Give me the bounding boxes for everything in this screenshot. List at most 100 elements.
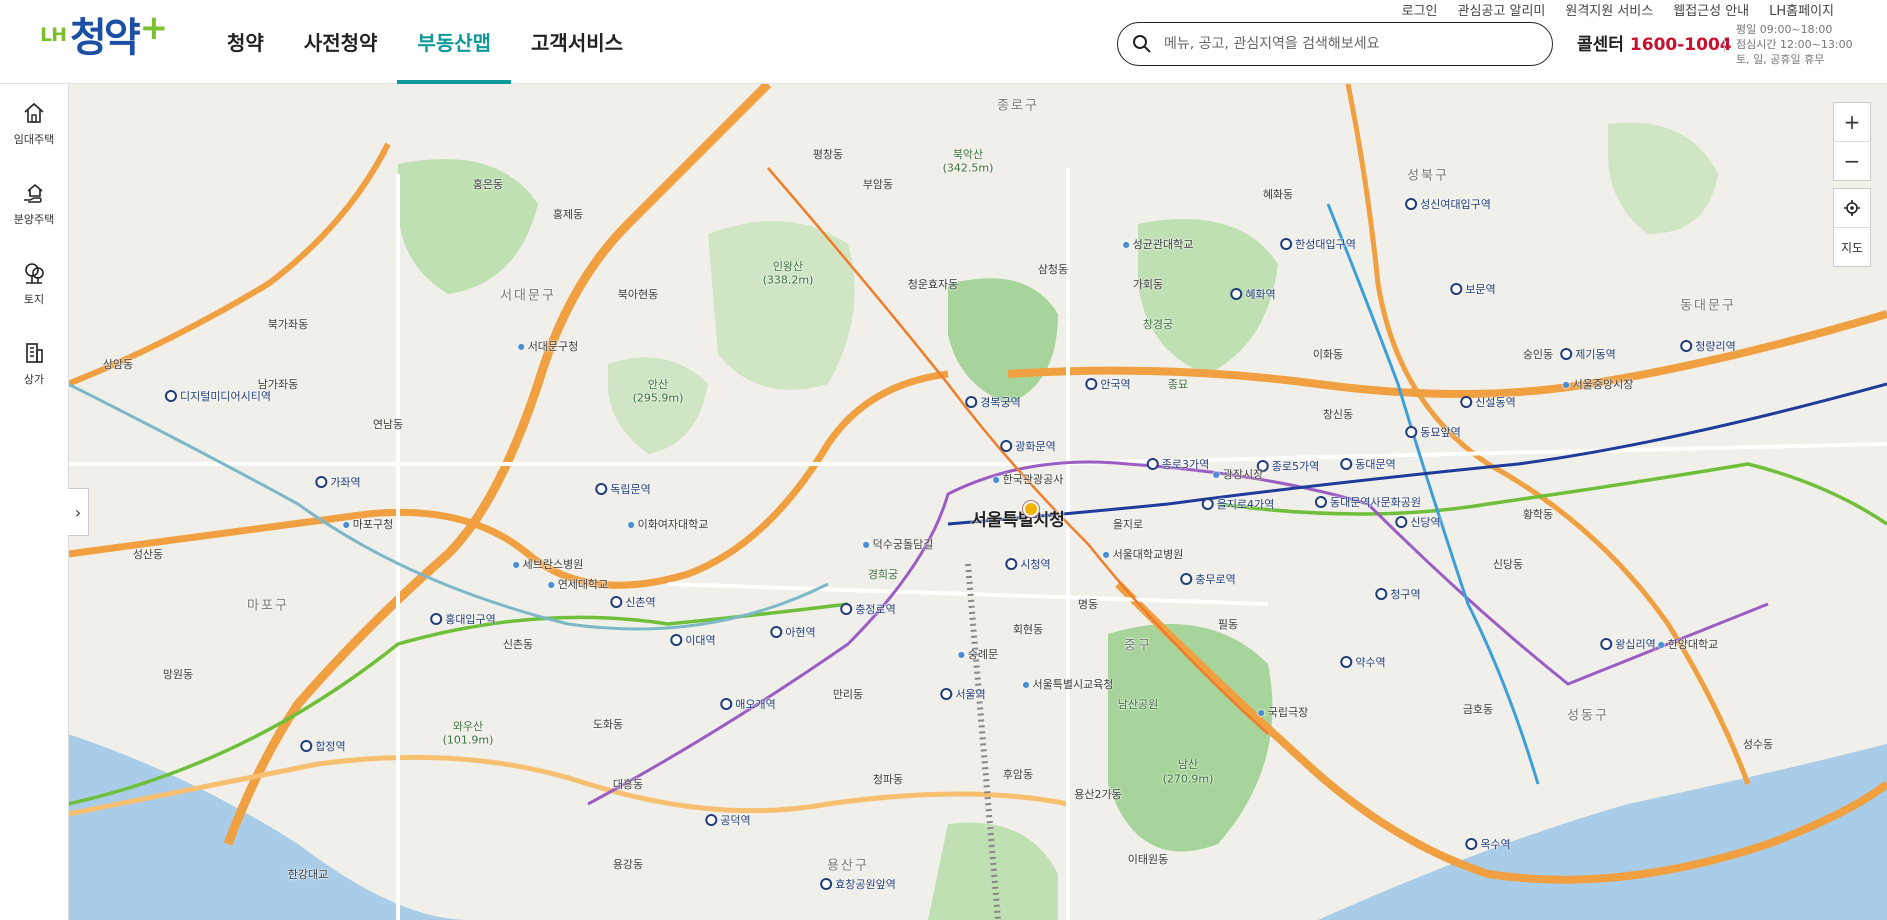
map-label: 북가좌동 [267,318,309,331]
map-label: 상암동 [102,358,134,371]
subway-station-label[interactable]: 동묘앞역 [1405,424,1460,440]
logo-plus: + [139,8,169,48]
map-label: (338.2m) [762,273,814,287]
sidebar-item-rental-housing[interactable]: 임대주택 [0,84,68,164]
district-label: 종로구 [997,98,1039,114]
subway-station-label[interactable]: 홍대입구역 [430,611,496,627]
sidebar-item-land[interactable]: 토지 [0,244,68,324]
map-label: 숭인동 [1522,348,1554,361]
my-location-button[interactable] [1834,189,1870,227]
callcenter-hours: 평일 09:00~18:00 점심시간 12:00~13:00 토, 일, 공휴… [1736,22,1853,67]
nav-item-cheongyak[interactable]: 청약 [207,0,284,83]
map-category-sidebar: 임대주택 분양주택 토지 상가 [0,84,69,920]
district-label: 동대문구 [1680,298,1736,314]
lh-logo[interactable]: LH 청약 + [40,8,169,62]
nav-item-customer-service[interactable]: 고객서비스 [511,0,643,83]
map-label: 한양대학교 [1658,636,1719,652]
subway-station-label[interactable]: 옥수역 [1465,836,1510,852]
map-label: 도화동 [592,718,624,731]
subway-station-label[interactable]: 성신여대입구역 [1405,196,1491,212]
subway-station-label[interactable]: 보문역 [1450,281,1495,297]
subway-station-label[interactable]: 약수역 [1340,654,1385,670]
divider [1724,38,1725,52]
subway-station-label[interactable]: 신당역 [1395,514,1440,530]
subway-station-label[interactable]: 안국역 [1085,376,1130,392]
sidebar-item-commercial[interactable]: 상가 [0,324,68,404]
map-canvas[interactable]: 종로구 서대문구 마포구 중구 성북구 성동구 동대문구 서울특별시청 서대문구… [68,84,1887,920]
subway-station-label[interactable]: 종로5가역 [1257,458,1319,474]
subway-station-label[interactable]: 신설동역 [1460,394,1515,410]
login-link[interactable]: 로그인 [1402,0,1438,19]
interest-alert-link[interactable]: 관심공고 알리미 [1458,0,1546,19]
header: LH 청약 + 청약 사전청약 부동산맵 고객서비스 로그인 관심공고 알리미 … [0,0,1887,84]
map-label: 신촌동 [502,638,534,651]
subway-station-label[interactable]: 아현역 [770,624,815,640]
subway-station-label[interactable]: 광화문역 [1000,438,1055,454]
subway-station-label[interactable]: 을지로4가역 [1202,496,1275,512]
map-label: 성균관대학교 [1123,236,1194,252]
city-hall-marker[interactable] [1023,501,1039,517]
sidebar-item-sale-housing[interactable]: 분양주택 [0,164,68,244]
subway-station-label[interactable]: 혜화역 [1230,286,1275,302]
subway-station-label[interactable]: 서울역 [940,686,985,702]
subway-station-label[interactable]: 효창공원앞역 [820,876,896,892]
nav-item-pre-cheongyak[interactable]: 사전청약 [284,0,398,83]
map-label: 성수동 [1742,738,1774,751]
map-label: 연세대학교 [548,576,609,592]
map-labels: 종로구 서대문구 마포구 중구 성북구 성동구 동대문구 서울특별시청 서대문구… [68,84,1887,920]
search-input[interactable] [1162,35,1536,53]
zoom-control: + − [1833,102,1871,181]
subway-station-label[interactable]: 공덕역 [705,812,750,828]
zoom-in-button[interactable]: + [1834,103,1870,141]
map-label: 한국관광공사 [993,471,1064,487]
subway-station-label[interactable]: 왕십리역 [1600,636,1655,652]
district-label: 용산구 [827,858,869,874]
map-label: 청운효자동 [907,278,959,291]
map-label: 회현동 [1012,623,1044,636]
zoom-out-button[interactable]: − [1834,141,1870,180]
subway-station-label[interactable]: 시청역 [1005,556,1050,572]
subway-station-label[interactable]: 디지털미디어시티역 [165,388,271,404]
map-type-button[interactable]: 지도 [1834,227,1870,266]
remote-support-link[interactable]: 원격지원 서비스 [1565,0,1653,19]
subway-station-label[interactable]: 동대문역 [1340,456,1395,472]
city-hall-label[interactable]: 서울특별시청 [971,506,1065,531]
map-label: 신당동 [1492,558,1524,571]
district-label: 성동구 [1567,708,1609,724]
subway-station-label[interactable]: 충무로역 [1180,571,1235,587]
map-label: 와우산 [452,720,484,733]
house-icon [24,102,44,123]
map-label: 국립극장 [1258,704,1308,720]
map-label: 금호동 [1462,703,1494,716]
map-label: 만리동 [832,688,864,701]
sidebar-toggle-button[interactable]: › [68,488,89,536]
subway-station-label[interactable]: 종로3가역 [1147,456,1209,472]
map-label: 이화여자대학교 [628,516,709,532]
district-label: 성북구 [1407,168,1449,184]
accessibility-link[interactable]: 웹접근성 안내 [1673,0,1749,19]
map-label: 후암동 [1002,768,1034,781]
subway-station-label[interactable]: 합정역 [300,738,345,754]
subway-station-label[interactable]: 충정로역 [840,601,895,617]
nav-item-realestate-map[interactable]: 부동산맵 [397,0,511,84]
subway-station-label[interactable]: 이대역 [670,632,715,648]
subway-station-label[interactable]: 애오개역 [720,696,775,712]
subway-station-label[interactable]: 제기동역 [1560,346,1615,362]
subway-station-label[interactable]: 청구역 [1375,586,1420,602]
map-label: 용강동 [612,858,644,871]
district-label: 중구 [1124,638,1152,654]
callcenter-label: 콜센터 [1577,35,1624,55]
subway-station-label[interactable]: 한성대입구역 [1280,236,1356,252]
sidebar-item-label: 상가 [23,373,45,386]
search-icon[interactable] [1132,34,1152,54]
subway-station-label[interactable]: 동대문역사문화공원 [1315,494,1421,510]
subway-station-label[interactable]: 경복궁역 [965,394,1020,410]
lh-homepage-link[interactable]: LH홈페이지 [1769,0,1834,19]
map-label: 서대문구청 [518,338,579,354]
subway-station-label[interactable]: 신촌역 [610,594,655,610]
subway-station-label[interactable]: 청량리역 [1680,338,1735,354]
subway-station-label[interactable]: 가좌역 [315,474,360,490]
util-links: 로그인 관심공고 알리미 원격지원 서비스 웹접근성 안내 LH홈페이지 [1382,0,1834,19]
map-label: 창경궁 [1142,318,1174,331]
subway-station-label[interactable]: 독립문역 [595,481,650,497]
